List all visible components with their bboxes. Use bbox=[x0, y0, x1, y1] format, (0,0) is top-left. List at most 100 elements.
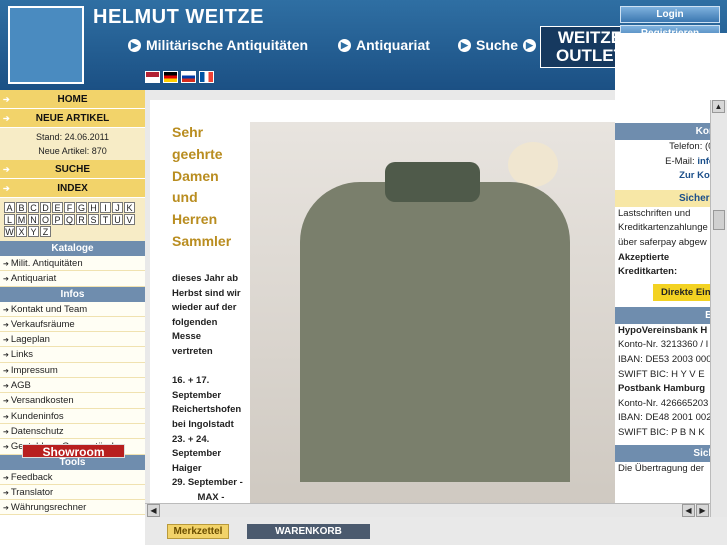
arrow-icon: ➔ bbox=[3, 276, 11, 284]
index-letter-l[interactable]: L bbox=[4, 214, 15, 225]
tools-item-label: Währungsrechner bbox=[10, 502, 87, 514]
index-link[interactable]: ➔ INDEX bbox=[0, 179, 145, 198]
tools-item-label: Translator bbox=[10, 486, 54, 498]
logo[interactable] bbox=[8, 6, 84, 84]
scroll-thumb[interactable] bbox=[713, 210, 725, 230]
greeting-line: Sammler bbox=[172, 232, 232, 249]
scroll-right-icon[interactable]: ▶ bbox=[696, 504, 709, 517]
arrow-icon: ▶ bbox=[128, 38, 141, 52]
arrow-icon: ▶ bbox=[523, 38, 537, 52]
ru-flag-icon[interactable] bbox=[181, 71, 196, 83]
infos-item[interactable]: ➔ Kundeninfos bbox=[0, 408, 145, 424]
neue-artikel-label: NEUE ARTIKEL bbox=[35, 113, 110, 124]
infos-item[interactable]: ➔ Verkaufsräume bbox=[0, 316, 145, 333]
greeting-line: geehrte bbox=[172, 145, 223, 162]
index-letter-y[interactable]: Y bbox=[28, 226, 39, 237]
text-line: Messe bbox=[172, 331, 202, 343]
greeting-line: Sehr bbox=[172, 124, 204, 140]
us-flag-icon[interactable] bbox=[145, 71, 160, 83]
index-letter-n[interactable]: N bbox=[28, 214, 39, 225]
greeting-line: Herren bbox=[172, 211, 218, 228]
home-link[interactable]: ➔ HOME bbox=[0, 90, 145, 109]
login-button[interactable]: Login bbox=[620, 6, 720, 23]
nav-label: Suche bbox=[476, 37, 519, 53]
brand-title[interactable]: HELMUT WEITZE bbox=[93, 6, 264, 29]
index-letter-g[interactable]: G bbox=[76, 202, 87, 213]
vertical-scrollbar[interactable]: ▲ bbox=[710, 100, 727, 518]
index-letter-r[interactable]: R bbox=[76, 214, 87, 225]
infos-item[interactable]: ➔ AGB bbox=[0, 378, 145, 394]
de-flag-icon[interactable] bbox=[163, 71, 178, 83]
arrow-icon: ➔ bbox=[3, 321, 11, 329]
index-letter-w[interactable]: W bbox=[4, 226, 15, 237]
arrow-icon: ➔ bbox=[3, 337, 11, 345]
arrow-icon: ➔ bbox=[3, 184, 10, 193]
index-letter-f[interactable]: F bbox=[64, 202, 75, 213]
infos-item[interactable]: ➔ Links bbox=[0, 347, 145, 363]
index-letter-t[interactable]: T bbox=[100, 214, 111, 225]
suche-link[interactable]: ➔ SUCHE bbox=[0, 160, 145, 179]
index-letter-a[interactable]: A bbox=[4, 202, 15, 213]
index-letter-e[interactable]: E bbox=[52, 202, 63, 213]
nav-suche[interactable]: ▶ Suche ▶ bbox=[458, 37, 541, 53]
index-letter-m[interactable]: M bbox=[16, 214, 27, 225]
arrow-icon: ➔ bbox=[3, 114, 10, 123]
uniform-photo[interactable] bbox=[250, 122, 615, 504]
scroll-left-icon[interactable]: ◀ bbox=[147, 504, 160, 517]
alphabet-index: ABCDEFGHIJK LMNOPQRSTUV WXYZ bbox=[0, 198, 145, 241]
infos-item-label: Kundeninfos bbox=[10, 410, 64, 422]
left-sidebar: ➔ HOME ➔ NEUE ARTIKEL Stand: 24.06.2011 Neu… bbox=[0, 90, 145, 545]
infos-item[interactable]: ➔ Datenschutz bbox=[0, 423, 145, 440]
suche-label: SUCHE bbox=[54, 164, 90, 175]
infos-item-label: Links bbox=[10, 349, 33, 361]
index-letter-v[interactable]: V bbox=[124, 214, 135, 225]
stand-info: Stand: 24.06.2011 Neue Artikel: 870 bbox=[0, 128, 145, 160]
warenkorb-button[interactable]: WARENKORB bbox=[247, 524, 370, 539]
infos-item[interactable]: ➔ Impressum bbox=[0, 362, 145, 379]
neue-count: Neue Artikel: 870 bbox=[38, 146, 107, 156]
text-line: Reichertshofen bbox=[172, 404, 242, 416]
index-letter-i[interactable]: I bbox=[100, 202, 111, 213]
horizontal-scrollbar[interactable]: ◀ ◀ ▶ bbox=[145, 503, 710, 517]
infos-item[interactable]: ➔ Versandkosten bbox=[0, 393, 145, 409]
tools-item[interactable]: ➔ Feedback bbox=[0, 469, 145, 485]
index-letter-c[interactable]: C bbox=[28, 202, 39, 213]
email-label: E-Mail: bbox=[665, 155, 695, 167]
nav-antiquariat[interactable]: ▶ Antiquariat bbox=[338, 37, 430, 53]
arrow-icon: ➔ bbox=[3, 444, 11, 452]
text-line: Haiger bbox=[172, 462, 202, 474]
scroll-up-icon[interactable]: ▲ bbox=[712, 100, 725, 113]
nav-militaria[interactable]: ▶ Militärische Antiquitäten bbox=[128, 37, 308, 53]
index-letter-s[interactable]: S bbox=[88, 214, 99, 225]
tools-item[interactable]: ➔ Währungsrechner bbox=[0, 500, 145, 516]
infos-item[interactable]: ➔ Lageplan bbox=[0, 332, 145, 348]
neue-artikel-link[interactable]: ➔ NEUE ARTIKEL bbox=[0, 109, 145, 128]
index-letter-b[interactable]: B bbox=[16, 202, 27, 213]
index-letter-k[interactable]: K bbox=[124, 202, 135, 213]
merkzettel-button[interactable]: Merkzettel bbox=[167, 524, 229, 539]
index-letter-u[interactable]: U bbox=[112, 214, 123, 225]
text-line: September bbox=[172, 389, 222, 401]
greeting-line: und bbox=[172, 189, 198, 206]
showroom-button[interactable]: Showroom bbox=[22, 444, 125, 459]
home-label: HOME bbox=[57, 94, 88, 105]
kataloge-item[interactable]: ➔ Antiquariat bbox=[0, 271, 145, 287]
fr-flag-icon[interactable] bbox=[199, 71, 214, 83]
index-letter-z[interactable]: Z bbox=[40, 226, 51, 237]
index-letter-d[interactable]: D bbox=[40, 202, 51, 213]
kataloge-item[interactable]: ➔ Milit. Antiquitäten bbox=[0, 256, 145, 272]
scroll-left2-icon[interactable]: ◀ bbox=[682, 504, 695, 517]
text-line: wieder auf der bbox=[172, 302, 237, 314]
index-letter-x[interactable]: X bbox=[16, 226, 27, 237]
index-letter-h[interactable]: H bbox=[88, 202, 99, 213]
index-letter-o[interactable]: O bbox=[40, 214, 51, 225]
infos-item-label: Impressum bbox=[10, 364, 58, 376]
infos-item-label: AGB bbox=[10, 380, 31, 392]
index-letter-p[interactable]: P bbox=[52, 214, 63, 225]
tools-item[interactable]: ➔ Translator bbox=[0, 484, 145, 501]
arrow-icon: ➔ bbox=[3, 413, 11, 421]
index-letter-j[interactable]: J bbox=[112, 202, 123, 213]
infos-item[interactable]: ➔ Kontakt und Team bbox=[0, 301, 145, 317]
index-letter-q[interactable]: Q bbox=[64, 214, 75, 225]
nav-label: Antiquariat bbox=[356, 37, 430, 53]
